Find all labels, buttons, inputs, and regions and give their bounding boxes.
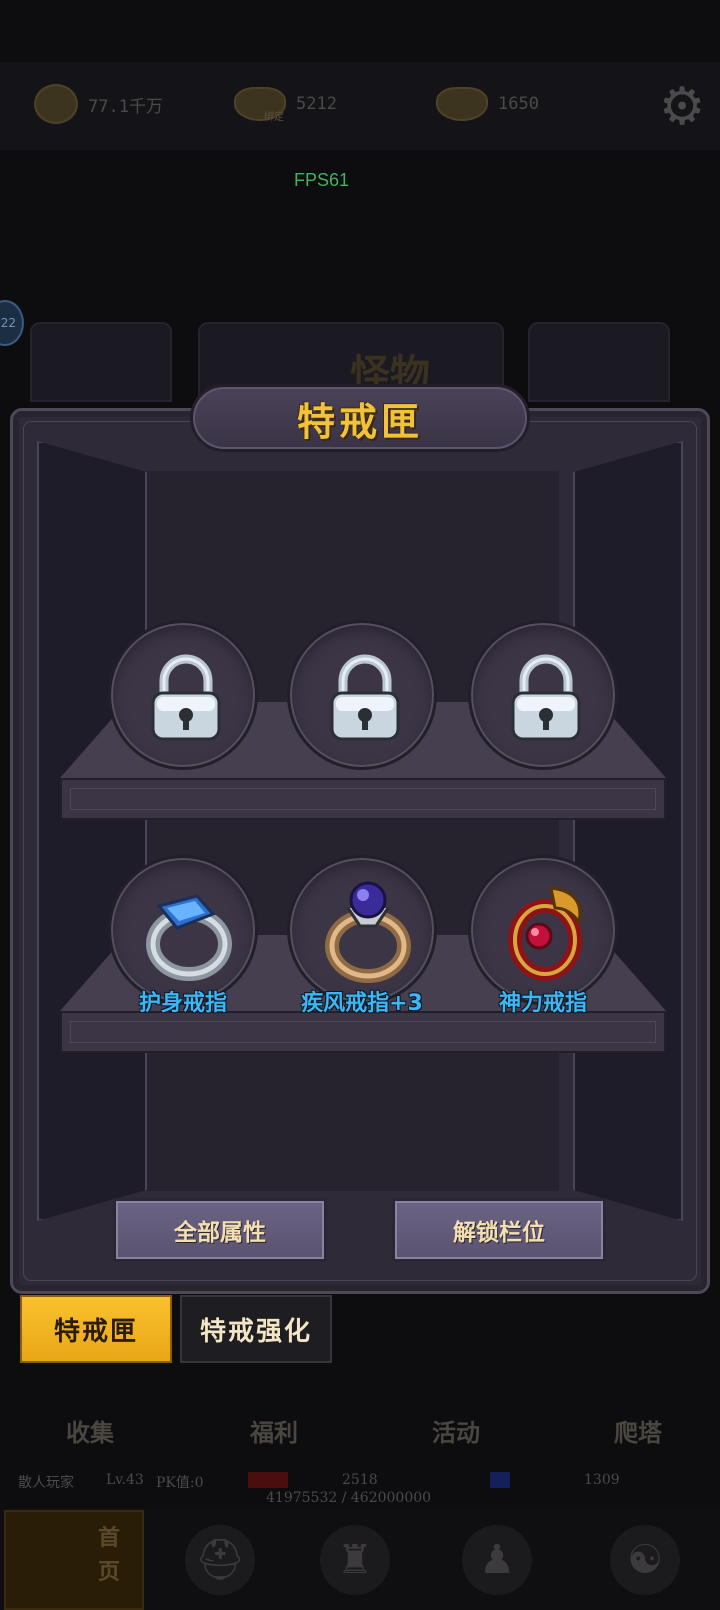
sub-navigation: 收集 福利 活动 爬塔 bbox=[0, 1405, 720, 1455]
player-pk: PK值:0 bbox=[156, 1475, 204, 1491]
gold-resource: 1650 bbox=[436, 82, 539, 126]
home-nav-button[interactable]: 首 页 bbox=[4, 1510, 144, 1610]
mp-value: 1309 bbox=[584, 1472, 620, 1488]
home-label-top: 首 bbox=[98, 1526, 121, 1551]
subnav-tower[interactable]: 爬塔 bbox=[614, 1413, 662, 1448]
helmet-nav-icon[interactable]: ⛑ bbox=[185, 1525, 255, 1595]
tab-ring-box[interactable]: 特戒匣 bbox=[20, 1295, 172, 1363]
unlock-slot-button[interactable]: 解锁栏位 bbox=[392, 1198, 606, 1262]
panel-title-plate: 特戒匣 bbox=[190, 384, 530, 452]
lock-icon bbox=[330, 654, 400, 741]
home-label-bottom: 页 bbox=[98, 1560, 121, 1585]
red-dragon-ring-icon bbox=[508, 886, 582, 981]
lock-icon bbox=[151, 654, 221, 741]
exp-value: 41975532 / 462000000 bbox=[266, 1490, 432, 1506]
all-attributes-label: 全部属性 bbox=[174, 1220, 266, 1246]
hp-bar bbox=[248, 1472, 288, 1488]
bound-tag: 绑定 bbox=[264, 112, 284, 123]
bg-tab-armor bbox=[528, 322, 670, 402]
blue-gem-ring-icon bbox=[146, 894, 232, 981]
tab-ring-enhance-label: 特戒强化 bbox=[199, 1316, 312, 1347]
player-status-line: 散人玩家 Lv.43 PK值:0 2518 1309 41975532 / 46… bbox=[0, 1468, 720, 1510]
purple-gem-ring-icon bbox=[325, 881, 411, 983]
ring-name-1: 护身戒指 bbox=[138, 991, 227, 1016]
cabinet-back-wall bbox=[147, 471, 559, 1191]
ring-slot-1[interactable] bbox=[108, 855, 258, 1005]
bg-tab-warrior bbox=[30, 322, 172, 402]
bound-gold-resource: 绑定 5212 bbox=[234, 82, 337, 126]
ring-box-panel bbox=[10, 408, 710, 1294]
gold-value: 1650 bbox=[498, 94, 539, 114]
copper-resource: 77.1千万 bbox=[34, 82, 163, 126]
copper-value: 77.1千万 bbox=[88, 96, 163, 117]
locked-slot-2[interactable] bbox=[287, 620, 437, 770]
bound-gold-value: 5212 bbox=[296, 94, 337, 114]
ring-slot-3[interactable] bbox=[468, 855, 618, 1005]
unlock-slot-label: 解锁栏位 bbox=[453, 1220, 545, 1246]
settings-gear-icon[interactable]: ⚙ bbox=[655, 80, 709, 134]
ring-name-2: 疾风戒指+3 bbox=[301, 991, 423, 1016]
lock-icon bbox=[511, 654, 581, 741]
subnav-activity[interactable]: 活动 bbox=[432, 1413, 480, 1448]
taiji-nav-icon[interactable]: ☯ bbox=[610, 1525, 680, 1595]
fps-counter: FPS61 bbox=[294, 170, 350, 190]
locked-slot-3[interactable] bbox=[468, 620, 618, 770]
subnav-collect[interactable]: 收集 bbox=[66, 1413, 114, 1448]
locked-slot-1[interactable] bbox=[108, 620, 258, 770]
meditate-nav-icon[interactable]: ♟ bbox=[462, 1525, 532, 1595]
upper-shelf-front bbox=[60, 778, 666, 820]
panel-title: 特戒匣 bbox=[296, 398, 423, 444]
cabinet-right-door bbox=[573, 441, 683, 1221]
all-attributes-button[interactable]: 全部属性 bbox=[113, 1198, 327, 1262]
ring-name-3: 神力戒指 bbox=[498, 991, 587, 1016]
cabinet-left-door bbox=[37, 441, 147, 1221]
ring-slot-2[interactable] bbox=[287, 855, 437, 1005]
mp-bar bbox=[490, 1472, 510, 1488]
player-name: 散人玩家 bbox=[18, 1475, 74, 1491]
player-level: Lv.43 bbox=[106, 1472, 144, 1488]
hp-value: 2518 bbox=[342, 1472, 378, 1488]
tab-ring-enhance[interactable]: 特戒强化 bbox=[180, 1295, 332, 1363]
lower-shelf-front bbox=[60, 1011, 666, 1053]
copper-coin-icon bbox=[34, 84, 78, 124]
bag-nav-icon[interactable]: ♜ bbox=[320, 1525, 390, 1595]
home-nav-label: 首 页 bbox=[98, 1522, 122, 1590]
gold-ingot-icon bbox=[436, 87, 488, 121]
subnav-welfare[interactable]: 福利 bbox=[250, 1413, 298, 1448]
tab-ring-box-label: 特戒匣 bbox=[53, 1316, 138, 1347]
